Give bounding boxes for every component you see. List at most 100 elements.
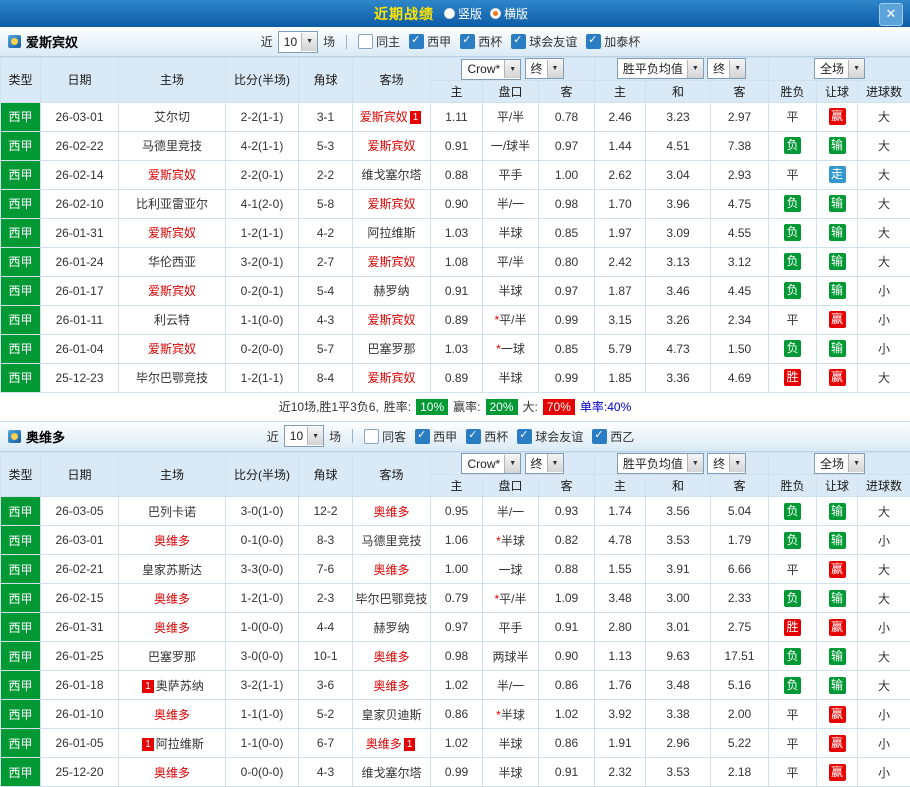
home-team-cell[interactable]: 爱斯宾奴 xyxy=(119,276,226,305)
home-team-cell[interactable]: 艾尔切 xyxy=(119,102,226,131)
score-cell[interactable]: 0-2(0-1) xyxy=(226,276,299,305)
away-team-cell[interactable]: 赫罗纳 xyxy=(353,276,431,305)
score-cell[interactable]: 1-2(1-1) xyxy=(226,363,299,392)
away-team-cell[interactable]: 爱斯宾奴 xyxy=(353,305,431,334)
team-name[interactable]: 比利亚雷亚尔 xyxy=(136,197,208,211)
team-name[interactable]: 毕尔巴鄂竞技 xyxy=(136,371,208,385)
team-name[interactable]: 巴塞罗那 xyxy=(148,650,196,664)
home-team-cell[interactable]: 华伦西亚 xyxy=(119,247,226,276)
close-button[interactable]: ✕ xyxy=(879,3,903,26)
team-name[interactable]: 爱斯宾奴 xyxy=(367,255,415,269)
away-team-cell[interactable]: 马德里竞技 xyxy=(353,526,431,555)
home-team-cell[interactable]: 奥维多 xyxy=(119,700,226,729)
away-team-cell[interactable]: 奥维多 xyxy=(353,497,431,526)
team-name[interactable]: 奥维多 xyxy=(154,766,190,780)
checkbox-icon[interactable] xyxy=(409,34,424,49)
checkbox-icon[interactable] xyxy=(415,429,430,444)
filter-checkbox-1[interactable]: 西甲 xyxy=(409,33,451,50)
away-team-cell[interactable]: 爱斯宾奴 xyxy=(353,131,431,160)
away-team-cell[interactable]: 阿拉维斯 xyxy=(353,218,431,247)
layout-radio-0[interactable]: 竖版 xyxy=(444,5,482,22)
away-team-cell[interactable]: 维戈塞尔塔 xyxy=(353,160,431,189)
checkbox-icon[interactable] xyxy=(466,429,481,444)
checkbox-icon[interactable] xyxy=(364,429,379,444)
radio-icon[interactable] xyxy=(444,8,455,19)
away-team-cell[interactable]: 奥维多 xyxy=(353,671,431,700)
team-name[interactable]: 奥维多 xyxy=(154,708,190,722)
team-name[interactable]: 奥维多 xyxy=(154,534,190,548)
home-team-cell[interactable]: 毕尔巴鄂竞技 xyxy=(119,363,226,392)
team-name[interactable]: 爱斯宾奴 xyxy=(367,139,415,153)
team-name[interactable]: 奥维多 xyxy=(373,563,409,577)
filter-checkbox-1[interactable]: 西甲 xyxy=(415,428,457,445)
home-team-cell[interactable]: 爱斯宾奴 xyxy=(119,160,226,189)
team-name[interactable]: 赫罗纳 xyxy=(373,621,409,635)
team-name[interactable]: 巴列卡诺 xyxy=(148,505,196,519)
away-team-cell[interactable]: 毕尔巴鄂竞技 xyxy=(353,584,431,613)
team-name[interactable]: 奥萨苏纳 xyxy=(156,679,204,693)
team-name[interactable]: 艾尔切 xyxy=(154,110,190,124)
away-team-cell[interactable]: 奥维多 xyxy=(353,555,431,584)
home-team-cell[interactable]: 皇家苏斯达 xyxy=(119,555,226,584)
home-team-cell[interactable]: 1奥萨苏纳 xyxy=(119,671,226,700)
checkbox-icon[interactable] xyxy=(511,34,526,49)
recent-count-select[interactable]: 10 ▼ xyxy=(284,425,324,447)
away-team-cell[interactable]: 爱斯宾奴1 xyxy=(353,102,431,131)
score-cell[interactable]: 2-2(1-1) xyxy=(226,102,299,131)
team-name[interactable]: 奥维多 xyxy=(373,679,409,693)
score-cell[interactable]: 1-1(0-0) xyxy=(226,729,299,758)
score-cell[interactable]: 3-2(0-1) xyxy=(226,247,299,276)
team-name[interactable]: 奥维多 xyxy=(366,737,402,751)
home-team-cell[interactable]: 奥维多 xyxy=(119,613,226,642)
checkbox-icon[interactable] xyxy=(358,34,373,49)
home-team-cell[interactable]: 马德里竞技 xyxy=(119,131,226,160)
score-cell[interactable]: 1-2(1-0) xyxy=(226,584,299,613)
away-team-cell[interactable]: 爱斯宾奴 xyxy=(353,363,431,392)
home-team-cell[interactable]: 巴塞罗那 xyxy=(119,642,226,671)
team-name[interactable]: 奥维多 xyxy=(154,592,190,606)
away-team-cell[interactable]: 维戈塞尔塔 xyxy=(353,758,431,787)
home-team-cell[interactable]: 利云特 xyxy=(119,305,226,334)
odds-final-select[interactable]: 终▼ xyxy=(525,58,564,79)
team-name[interactable]: 维戈塞尔塔 xyxy=(361,766,421,780)
away-team-cell[interactable]: 爱斯宾奴 xyxy=(353,189,431,218)
home-team-cell[interactable]: 比利亚雷亚尔 xyxy=(119,189,226,218)
score-cell[interactable]: 3-0(0-0) xyxy=(226,642,299,671)
radio-icon[interactable] xyxy=(490,8,501,19)
recent-count-select[interactable]: 10 ▼ xyxy=(278,31,318,53)
team-name[interactable]: 爱斯宾奴 xyxy=(148,168,196,182)
score-cell[interactable]: 0-0(0-0) xyxy=(226,758,299,787)
score-cell[interactable]: 4-2(1-1) xyxy=(226,131,299,160)
scope-select[interactable]: 全场▼ xyxy=(814,58,865,79)
score-cell[interactable]: 1-0(0-0) xyxy=(226,613,299,642)
team-name[interactable]: 阿拉维斯 xyxy=(367,226,415,240)
filter-checkbox-3[interactable]: 球会友谊 xyxy=(511,33,577,50)
filter-checkbox-2[interactable]: 西杯 xyxy=(460,33,502,50)
score-cell[interactable]: 1-2(1-1) xyxy=(226,218,299,247)
score-cell[interactable]: 1-1(1-0) xyxy=(226,700,299,729)
team-name[interactable]: 爱斯宾奴 xyxy=(148,226,196,240)
team-name[interactable]: 阿拉维斯 xyxy=(156,737,204,751)
odds-final-select[interactable]: 终▼ xyxy=(525,453,564,474)
filter-checkbox-2[interactable]: 西杯 xyxy=(466,428,508,445)
away-team-cell[interactable]: 巴塞罗那 xyxy=(353,334,431,363)
filter-checkbox-4[interactable]: 西乙 xyxy=(592,428,634,445)
team-name[interactable]: 维戈塞尔塔 xyxy=(361,168,421,182)
team-name[interactable]: 爱斯宾奴 xyxy=(367,197,415,211)
score-cell[interactable]: 3-0(1-0) xyxy=(226,497,299,526)
team-name[interactable]: 奥维多 xyxy=(373,505,409,519)
team-name[interactable]: 爱斯宾奴 xyxy=(367,313,415,327)
team-name[interactable]: 皇家苏斯达 xyxy=(142,563,202,577)
checkbox-icon[interactable] xyxy=(460,34,475,49)
score-cell[interactable]: 3-3(0-0) xyxy=(226,555,299,584)
team-name[interactable]: 爱斯宾奴 xyxy=(367,371,415,385)
home-team-cell[interactable]: 奥维多 xyxy=(119,758,226,787)
scope-select[interactable]: 全场▼ xyxy=(814,453,865,474)
score-cell[interactable]: 3-2(1-1) xyxy=(226,671,299,700)
team-name[interactable]: 巴塞罗那 xyxy=(367,342,415,356)
home-team-cell[interactable]: 奥维多 xyxy=(119,526,226,555)
avg-odds-select[interactable]: 胜平负均值▼ xyxy=(617,58,704,79)
team-name[interactable]: 赫罗纳 xyxy=(373,284,409,298)
checkbox-icon[interactable] xyxy=(586,34,601,49)
checkbox-icon[interactable] xyxy=(592,429,607,444)
